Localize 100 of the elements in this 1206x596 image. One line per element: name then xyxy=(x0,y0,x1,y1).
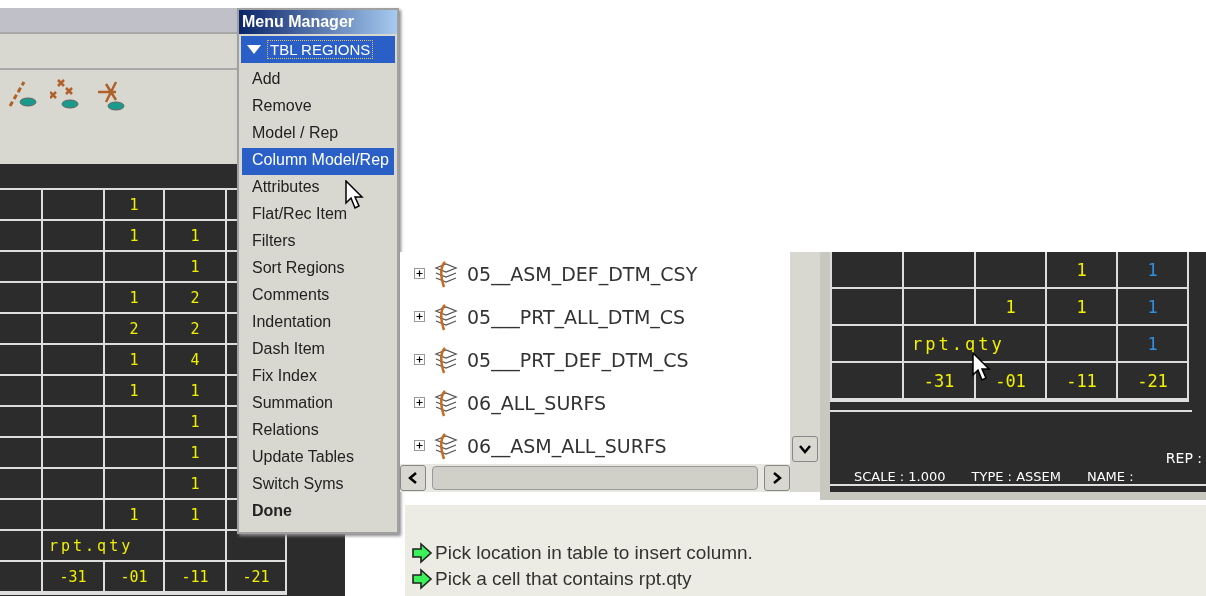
expand-icon[interactable] xyxy=(414,397,425,408)
table-cell-text: 1 xyxy=(1076,259,1087,280)
scroll-right-icon[interactable] xyxy=(764,465,790,491)
menu-item[interactable]: Comments xyxy=(242,283,394,310)
menu-item[interactable]: Summation xyxy=(242,391,394,418)
table-cell xyxy=(105,469,165,500)
table-cell: -01 xyxy=(105,562,165,593)
expand-icon[interactable] xyxy=(414,268,425,279)
prompt-message: Pick a cell that contains rpt.qty xyxy=(435,568,692,590)
table-cell: 1 xyxy=(165,252,227,283)
table-cell-text: -01 xyxy=(995,370,1026,391)
menu-item[interactable]: Update Tables xyxy=(242,445,394,472)
tree-item-label: 05___PRT_DEF_DTM_CS xyxy=(467,348,689,371)
table-cell: 1 xyxy=(165,500,227,531)
done-menu-item[interactable]: Done xyxy=(242,499,394,526)
table-cell: 1 xyxy=(165,469,227,500)
tree-item[interactable]: 05__ASM_DEF_DTM_CSY xyxy=(400,252,790,295)
table-cell xyxy=(904,252,976,289)
tree-item-label: 06__ASM_ALL_SURFS xyxy=(467,434,667,457)
menu-item[interactable]: Filters xyxy=(242,229,394,256)
table-cell xyxy=(43,252,105,283)
table-cell xyxy=(43,469,105,500)
tree-item[interactable]: 05___PRT_DEF_DTM_CS xyxy=(400,338,790,381)
tree-item[interactable]: 06__ASM_ALL_SURFS xyxy=(400,424,790,467)
menu-item[interactable]: Flat/Rec Item xyxy=(242,202,394,229)
expand-icon[interactable] xyxy=(414,354,425,365)
table-cell xyxy=(0,314,43,345)
table-cell xyxy=(0,221,43,252)
menu-title: Menu Manager xyxy=(239,10,397,34)
horizontal-scrollbar[interactable] xyxy=(400,464,790,492)
table-cell-text: 1 xyxy=(1147,333,1158,354)
menu-item[interactable]: Sort Regions xyxy=(242,256,394,283)
menu-item[interactable]: Column Model/Rep xyxy=(242,148,394,175)
menu-item[interactable]: Indentation xyxy=(242,310,394,337)
table-cell-text: -31 xyxy=(923,370,955,391)
menu-item[interactable]: Add xyxy=(242,67,394,94)
table-cell xyxy=(43,438,105,469)
menu-item[interactable]: Switch Syms xyxy=(242,472,394,499)
table-cell-text: 1 xyxy=(1147,259,1158,280)
table-cell: 1 xyxy=(105,283,165,314)
table-cell: 2 xyxy=(105,314,165,345)
tree-item-label: 05___PRT_ALL_DTM_CS xyxy=(467,305,686,328)
scroll-down-icon[interactable] xyxy=(792,436,818,462)
layers-icon xyxy=(433,388,459,417)
layers-icon xyxy=(433,259,459,288)
table-cell-text: 1 xyxy=(1147,296,1158,317)
table-cell xyxy=(0,283,43,314)
expand-icon[interactable] xyxy=(414,311,425,322)
tree-item[interactable]: 06_ALL_SURFS xyxy=(400,381,790,424)
menu-item[interactable]: Relations xyxy=(242,418,394,445)
table-cell xyxy=(43,500,105,531)
table-cell xyxy=(43,376,105,407)
menu-item[interactable]: Remove xyxy=(242,94,394,121)
table-cell xyxy=(0,376,43,407)
table-cell-text: -21 xyxy=(1137,370,1168,391)
table-cell xyxy=(105,252,165,283)
table-cell: -31 xyxy=(43,562,105,593)
tree-item[interactable]: 05___PRT_ALL_DTM_CS xyxy=(400,295,790,338)
cursor-icon xyxy=(972,352,992,382)
title-block-rep: REP : xyxy=(1165,450,1202,466)
table-cell: -11 xyxy=(165,562,227,593)
table-cell-text: rpt.qty xyxy=(912,333,1005,354)
table-cell: 1 xyxy=(105,221,165,252)
prompt-message: Pick location in table to insert column. xyxy=(435,542,753,564)
title-block-type: TYPE : ASSEM xyxy=(971,469,1061,484)
menu-item[interactable]: Dash Item xyxy=(242,337,394,364)
table-cell xyxy=(0,500,43,531)
table-cell xyxy=(0,407,43,438)
table-cell xyxy=(0,531,43,562)
table-cell xyxy=(105,407,165,438)
table-cell-text: -11 xyxy=(1066,370,1097,391)
menu-item[interactable]: Attributes xyxy=(242,175,394,202)
table-cell: 1 xyxy=(165,221,227,252)
expand-icon[interactable] xyxy=(414,440,425,451)
table-cell: 1 xyxy=(105,190,165,221)
table-cell xyxy=(0,345,43,376)
arrow-icon xyxy=(411,568,433,590)
cursor-icon xyxy=(345,180,365,210)
table-cell xyxy=(43,314,105,345)
table-cell xyxy=(0,469,43,500)
table-cell xyxy=(43,221,105,252)
menu-section-header[interactable]: TBL REGIONS xyxy=(241,36,395,63)
menu-item[interactable]: Fix Index xyxy=(242,364,394,391)
table-cell xyxy=(105,438,165,469)
tree-item-label: 06_ALL_SURFS xyxy=(467,391,607,414)
table-cell xyxy=(0,252,43,283)
title-block-scale: SCALE : 1.000 xyxy=(854,469,946,484)
table-cell: 1 xyxy=(105,376,165,407)
menu-item[interactable]: Model / Rep xyxy=(242,121,394,148)
layers-icon xyxy=(433,302,459,331)
table-cell: rpt.qty xyxy=(43,531,165,562)
scroll-left-icon[interactable] xyxy=(400,465,426,491)
table-cell-text: 1 xyxy=(1076,296,1087,317)
table-cell xyxy=(43,407,105,438)
table-cell xyxy=(43,283,105,314)
table-cell: 1 xyxy=(165,438,227,469)
table-cell: 2 xyxy=(165,314,227,345)
caret-down-icon xyxy=(247,44,261,55)
table-cell xyxy=(0,438,43,469)
table-cell: 2 xyxy=(165,283,227,314)
